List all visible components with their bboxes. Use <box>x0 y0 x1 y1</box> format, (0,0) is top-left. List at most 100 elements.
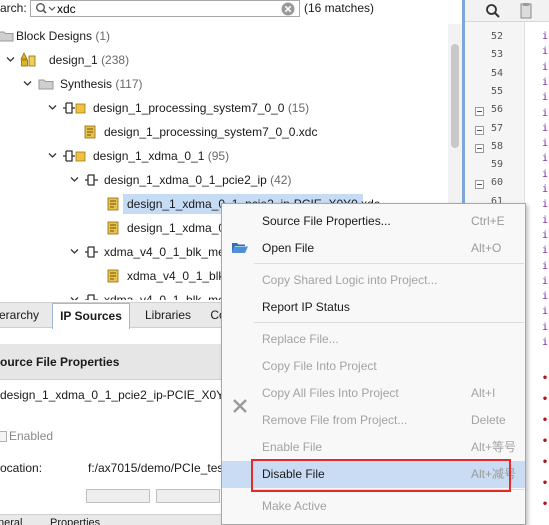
menu-item-copy-file-into-project[interactable]: Copy File Into Project <box>222 353 525 380</box>
code-text: i <box>542 184 549 195</box>
menu-item-label: Make Active <box>262 499 327 513</box>
code-text: i <box>542 199 549 211</box>
code-text: i <box>542 153 549 165</box>
chevron-down-icon[interactable] <box>70 295 79 300</box>
tree-item-xdma-0-1[interactable]: design_1_xdma_0_1 (95) <box>0 144 440 168</box>
fold-marker-icon[interactable] <box>475 180 484 189</box>
line-number: 56 <box>491 104 504 116</box>
block-design-icon <box>20 52 36 67</box>
tab-properties[interactable]: Properties <box>50 517 100 525</box>
copy-icon[interactable] <box>518 2 534 20</box>
line-number: 54 <box>491 67 504 79</box>
search-input[interactable] <box>57 1 267 16</box>
code-text: i <box>542 138 549 150</box>
constraint-file-icon <box>107 197 119 211</box>
constraint-file-icon <box>84 125 96 139</box>
menu-item-shortcut: Alt+O <box>471 241 502 255</box>
code-marker: • <box>542 373 549 384</box>
tree-item-count: (117) <box>115 77 143 91</box>
tree-item-synthesis[interactable]: Synthesis (117) <box>0 72 440 96</box>
code-text: i <box>542 92 549 104</box>
constraint-file-icon <box>107 269 119 283</box>
line-number: 59 <box>491 159 504 171</box>
tree-item-label: design_1_xdma_0_1 <box>93 149 205 163</box>
search-row: arch: (16 matches) <box>0 0 462 22</box>
code-text: i <box>542 214 549 226</box>
properties-tabs: neral Properties <box>0 514 230 525</box>
menu-item-copy-shared-logic[interactable]: Copy Shared Logic into Project... <box>222 267 525 294</box>
code-text: i <box>542 291 549 303</box>
code-text: i <box>542 245 549 257</box>
chevron-down-icon[interactable] <box>23 79 32 88</box>
tree-item-ps7-xdc[interactable]: design_1_processing_system7_0_0.xdc <box>0 120 440 144</box>
properties-button[interactable] <box>156 489 220 503</box>
code-text: i <box>542 31 549 42</box>
menu-item-copy-all-files-into-project[interactable]: Copy All Files Into Project Alt+I <box>222 380 525 407</box>
tree-item-processing-system7[interactable]: design_1_processing_system7_0_0 (15) <box>0 96 440 120</box>
line-number: 53 <box>491 49 504 61</box>
line-number: 58 <box>491 140 504 152</box>
menu-item-open-file[interactable]: Open File Alt+O <box>222 235 525 262</box>
code-text: i <box>542 229 549 241</box>
tab-general[interactable]: neral <box>0 517 22 525</box>
chevron-down-icon[interactable] <box>48 151 57 160</box>
location-label: ocation: <box>0 461 43 475</box>
code-text: i <box>542 46 549 58</box>
search-icon[interactable] <box>485 3 501 19</box>
fold-marker-icon[interactable] <box>475 144 484 153</box>
menu-item-label: Copy File Into Project <box>262 359 377 373</box>
clear-icon[interactable] <box>280 1 296 17</box>
menu-item-label: Source File Properties... <box>262 214 391 228</box>
fold-marker-icon[interactable] <box>475 107 484 116</box>
chevron-down-icon[interactable] <box>70 175 79 184</box>
chevron-down-icon[interactable] <box>70 247 79 256</box>
open-folder-icon <box>232 243 248 253</box>
code-text: i <box>542 260 549 272</box>
search-label: arch: <box>0 1 27 15</box>
code-marker: • <box>542 394 549 405</box>
menu-item-make-active[interactable]: Make Active <box>222 493 525 520</box>
enabled-checkbox[interactable] <box>0 431 7 442</box>
tab-libraries[interactable]: Libraries <box>138 303 198 328</box>
fold-marker-icon[interactable] <box>475 126 484 135</box>
menu-item-label: Remove File from Project... <box>262 413 408 427</box>
menu-item-label: Report IP Status <box>262 300 350 314</box>
chevron-down-icon[interactable] <box>48 103 57 112</box>
menu-item-source-file-properties[interactable]: Source File Properties... Ctrl+E <box>222 208 525 235</box>
menu-item-enable-file[interactable]: Enable File Alt+等号 <box>222 434 525 461</box>
tab-hierarchy[interactable]: erarchy <box>0 303 42 328</box>
scrollbar-thumb[interactable] <box>451 44 459 148</box>
tab-ip-sources[interactable]: IP Sources <box>52 303 130 329</box>
ip-block-icon <box>63 150 86 162</box>
editor-toolbar <box>465 0 549 22</box>
chevron-down-icon[interactable] <box>6 55 15 64</box>
tree-item-count: (95) <box>207 149 230 163</box>
code-text: i <box>542 275 549 287</box>
code-text: i <box>542 107 549 119</box>
search-box[interactable] <box>30 0 300 17</box>
menu-item-replace-file[interactable]: Replace File... <box>222 326 525 353</box>
tree-item-label: design_1_processing_system7_0_0.xdc <box>104 125 318 139</box>
properties-button[interactable] <box>86 489 150 503</box>
folder-icon <box>38 79 54 90</box>
menu-item-label: Enable File <box>262 440 323 454</box>
search-icon[interactable] <box>35 2 57 16</box>
line-number: 55 <box>491 85 504 97</box>
delete-x-icon <box>233 399 247 413</box>
tree-item-count: (238) <box>101 53 130 67</box>
code-marker: • <box>542 499 549 510</box>
tree-item-label: Block Designs <box>16 29 93 43</box>
code-text: i <box>542 306 549 318</box>
tree-item-pcie2-ip[interactable]: design_1_xdma_0_1_pcie2_ip (42) <box>0 168 440 192</box>
menu-item-label: Open File <box>262 241 315 255</box>
tree-item-block-designs[interactable]: Block Designs (1) <box>0 24 440 48</box>
code-text: i <box>542 321 549 333</box>
tree-item-design-1[interactable]: design_1 (238) <box>0 48 440 72</box>
tree-item-count: (42) <box>270 173 292 187</box>
folder-icon <box>0 31 14 42</box>
ip-core-icon <box>85 294 98 300</box>
line-number: 60 <box>491 177 504 189</box>
menu-item-shortcut: Alt+I <box>471 386 496 400</box>
menu-item-report-ip-status[interactable]: Report IP Status <box>222 294 525 321</box>
menu-item-remove-file-from-project[interactable]: Remove File from Project... Delete <box>222 399 525 434</box>
